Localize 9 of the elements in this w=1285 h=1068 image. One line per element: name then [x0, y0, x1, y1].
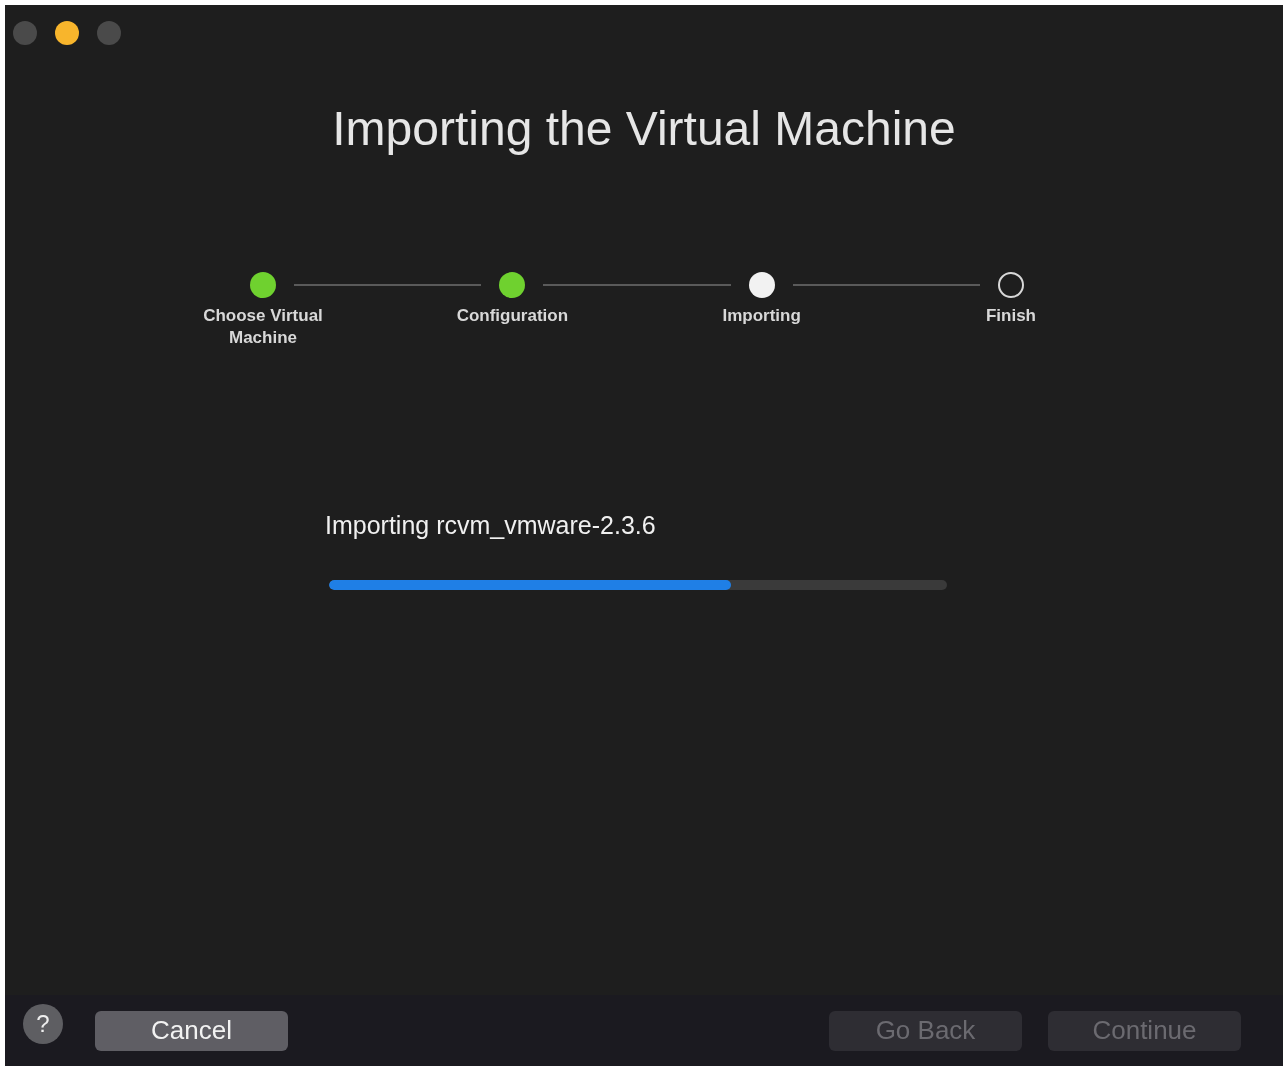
window-control-button[interactable]	[55, 21, 79, 45]
progress-label: Importing rcvm_vmware-2.3.6	[325, 511, 657, 540]
window-title: Importing the Virtual Machine	[331, 101, 957, 156]
step-label: Importing	[722, 305, 801, 327]
step-label: Finish	[985, 305, 1036, 327]
step-label: Choose Virtual Machine	[202, 305, 324, 349]
help-button[interactable]: ?	[23, 1003, 63, 1044]
step-label: Configuration	[456, 305, 569, 327]
cancel-button[interactable]: Cancel	[95, 1010, 288, 1051]
